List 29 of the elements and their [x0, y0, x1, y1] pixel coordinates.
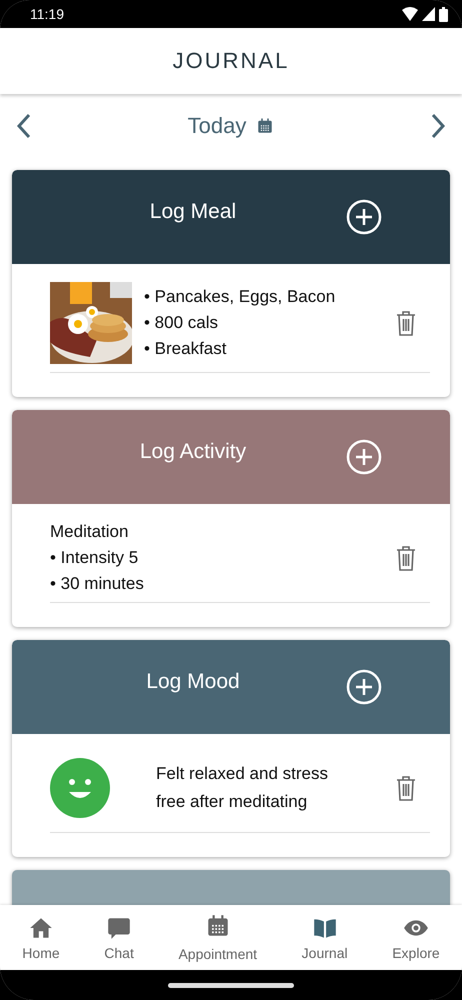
nav-tab[interactable]: Journal: [298, 914, 352, 960]
activity-detail: • Intensity 5: [50, 548, 140, 568]
battery-icon: [439, 6, 448, 22]
nav-tab[interactable]: Home: [18, 914, 64, 960]
nav-tab[interactable]: Appointment: [174, 913, 262, 962]
meal-detail: • Pancakes, Eggs, Bacon: [144, 287, 336, 307]
add-button[interactable]: [346, 669, 382, 705]
nav-tab[interactable]: Explore: [388, 914, 444, 960]
date-label: Today: [188, 113, 246, 139]
smiley-icon: [50, 758, 110, 818]
meal-detail: • Breakfast: [144, 339, 228, 359]
status-time: 11:19: [30, 6, 64, 22]
nav-tab[interactable]: Chat: [100, 914, 138, 960]
delete-button[interactable]: [394, 544, 418, 572]
delete-button[interactable]: [394, 774, 418, 802]
card-title: Log Meal: [148, 200, 238, 224]
activity-detail: Meditation: [50, 522, 130, 542]
card-title: Log Mood: [145, 670, 241, 694]
page-title: JOURNAL: [172, 48, 290, 74]
wifi-icon: [402, 7, 418, 21]
mood-note: Felt relaxed and stress free after meditating: [155, 763, 329, 813]
card-title: Log Activity: [138, 440, 248, 464]
signal-icon: [422, 7, 435, 21]
meal-detail: • 800 cals: [144, 313, 219, 333]
calendar-icon: [256, 117, 274, 135]
add-button[interactable]: [346, 199, 382, 235]
activity-detail: • 30 minutes: [50, 574, 145, 594]
home-indicator[interactable]: [168, 982, 294, 988]
delete-button[interactable]: [394, 309, 418, 337]
